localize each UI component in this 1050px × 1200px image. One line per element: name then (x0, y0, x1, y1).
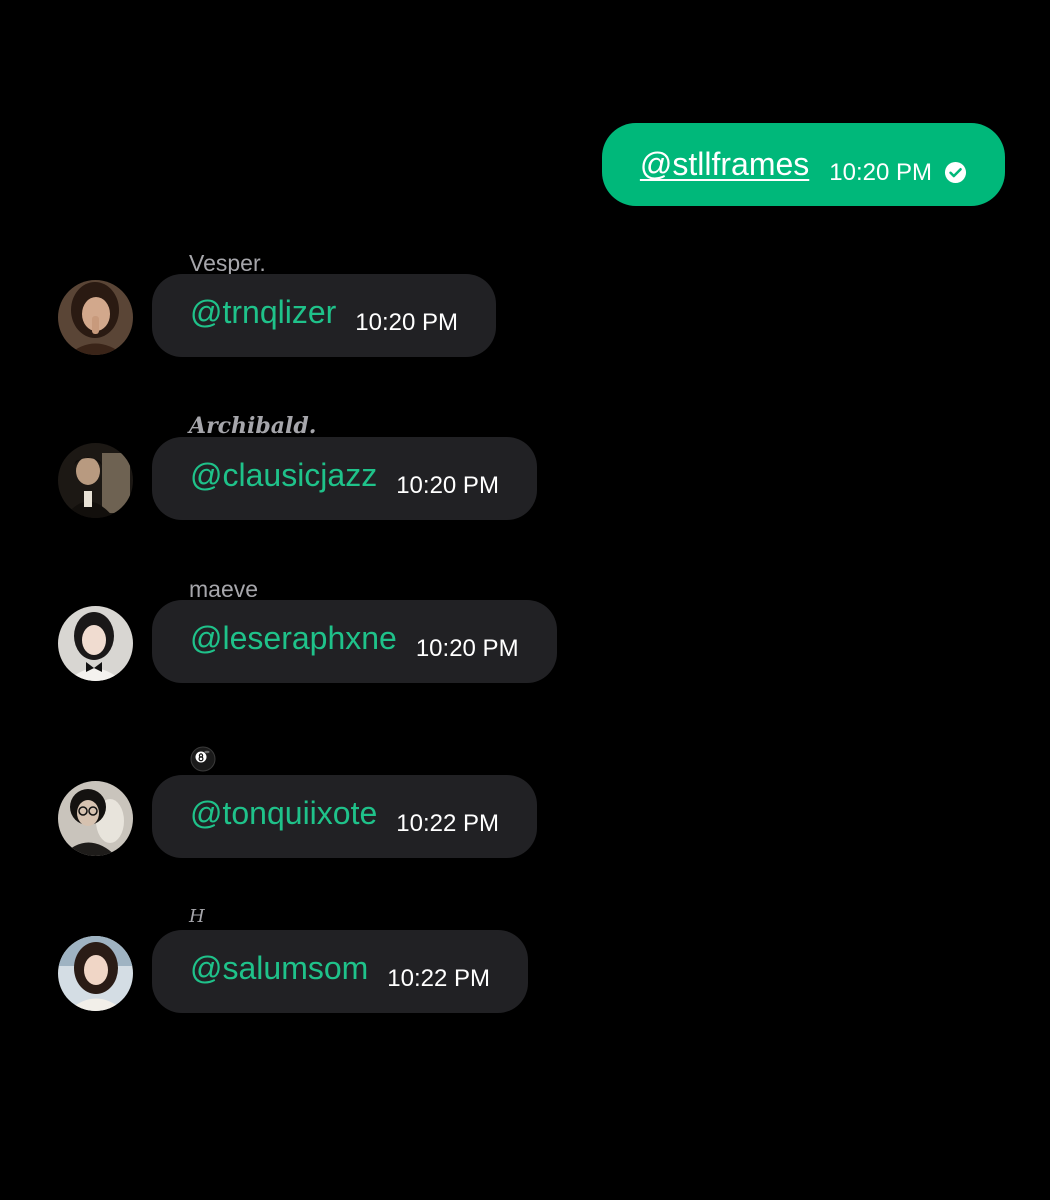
incoming-message-bubble[interactable]: @leseraphxne 10:20 PM (152, 600, 557, 683)
mention-link[interactable]: @tonquiixote (190, 795, 377, 832)
outgoing-message-bubble[interactable]: @stllframes 10:20 PM (601, 123, 1005, 206)
mention-link[interactable]: @leseraphxne (190, 620, 397, 657)
chat-thread: @stllframes 10:20 PM Vesper. @trnqlizer … (0, 0, 1050, 1200)
sender-name: Archibald. (189, 413, 317, 439)
check-circle-icon (944, 161, 967, 184)
incoming-message: Archibald. @clausicjazz 10:20 PM (0, 413, 1050, 563)
incoming-message-bubble[interactable]: @tonquiixote 10:22 PM (152, 775, 537, 858)
sender-name: H (189, 906, 205, 927)
message-time: 10:22 PM (387, 964, 491, 992)
sender-name: maeve (189, 576, 259, 602)
avatar[interactable] (58, 280, 133, 355)
message-time: 10:20 PM (396, 471, 499, 499)
message-time: 10:22 PM (396, 809, 499, 837)
incoming-message: H @salumsom 10:22 PM (0, 906, 1050, 1056)
eight-ball-icon (189, 745, 217, 773)
mention-link[interactable]: @clausicjazz (190, 457, 377, 494)
incoming-message-bubble[interactable]: @trnqlizer 10:20 PM (152, 274, 497, 357)
mention-link[interactable]: @stllframes (640, 146, 809, 183)
mention-link[interactable]: @trnqlizer (190, 294, 336, 331)
message-time: 10:20 PM (355, 308, 459, 336)
avatar[interactable] (58, 936, 133, 1011)
sender-name: Vesper. (189, 250, 266, 276)
incoming-message-bubble[interactable]: @salumsom 10:22 PM (152, 930, 529, 1013)
message-time: 10:20 PM (415, 634, 519, 662)
avatar[interactable] (58, 443, 133, 518)
message-time: 10:20 PM (829, 158, 932, 186)
avatar[interactable] (58, 781, 133, 856)
incoming-message: @tonquiixote 10:22 PM (0, 746, 1050, 901)
incoming-message: maeve @leseraphxne 10:20 PM (0, 576, 1050, 726)
avatar[interactable] (58, 606, 133, 681)
incoming-message-bubble[interactable]: @clausicjazz 10:20 PM (152, 437, 537, 520)
incoming-message: Vesper. @trnqlizer 10:20 PM (0, 250, 1050, 400)
mention-link[interactable]: @salumsom (190, 950, 368, 987)
